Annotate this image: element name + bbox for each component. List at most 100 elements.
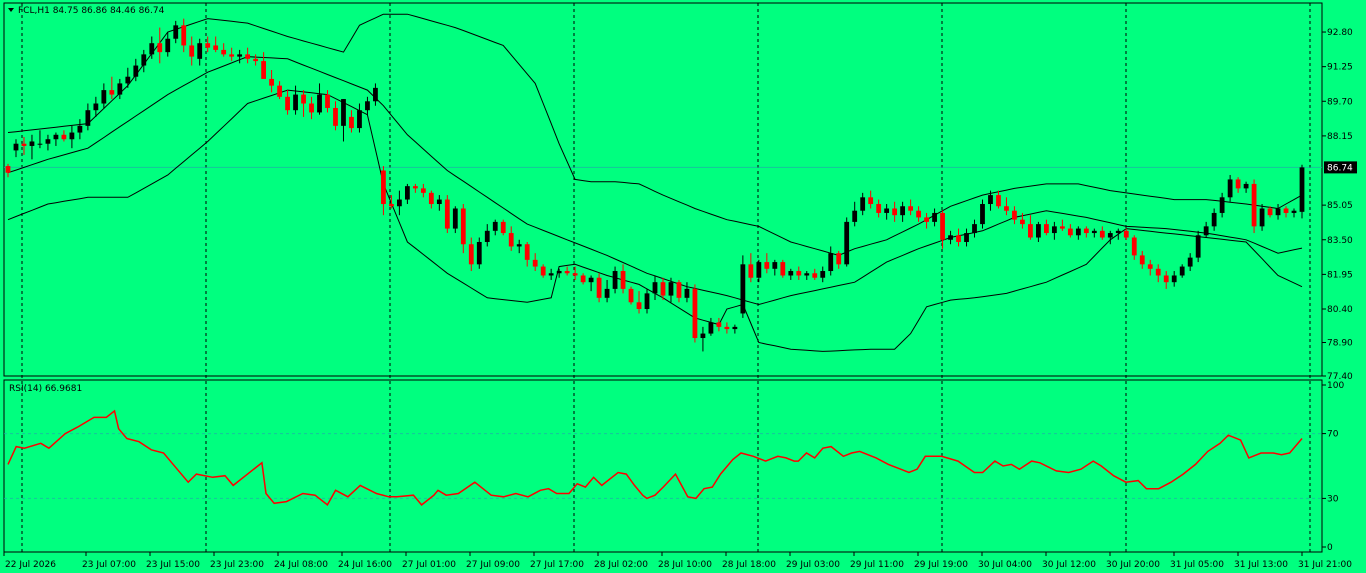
- candle-body: [484, 230, 490, 242]
- candle-body: [812, 273, 818, 278]
- candle: [788, 268, 794, 280]
- candle: [349, 110, 354, 133]
- candle-body: [692, 288, 698, 339]
- candle: [1259, 204, 1265, 231]
- candle-body: [708, 322, 714, 334]
- candle: [868, 190, 874, 209]
- candle-body: [396, 199, 402, 207]
- candle-body: [29, 141, 35, 146]
- candle: [1004, 197, 1009, 216]
- candle: [1091, 228, 1097, 238]
- candle-body: [165, 38, 171, 53]
- candle-body: [660, 282, 666, 296]
- candle: [309, 96, 314, 120]
- candle-body: [876, 204, 882, 213]
- candle-body: [1059, 226, 1065, 229]
- candle-body: [1251, 183, 1257, 227]
- candle: [844, 217, 850, 267]
- candle: [1028, 215, 1033, 240]
- candle: [221, 43, 227, 57]
- candle-body: [820, 271, 826, 278]
- candle: [165, 32, 171, 57]
- candle: [53, 132, 59, 146]
- candle: [1139, 250, 1145, 269]
- candle: [1012, 206, 1017, 225]
- candle: [620, 264, 626, 294]
- time-tick-label: 29 Jul 11:00: [850, 560, 904, 570]
- price-tick-label: 85.05: [1327, 201, 1353, 211]
- candle-body: [620, 271, 626, 289]
- candle: [812, 268, 818, 280]
- candle-body: [205, 43, 211, 48]
- symbol-ohlc-label: FCL,H1 84.75 86.86 84.46 86.74: [18, 6, 165, 16]
- candle-body: [21, 143, 27, 146]
- candle-body: [365, 101, 370, 111]
- candle: [436, 195, 442, 211]
- candle: [1291, 208, 1297, 218]
- candle-body: [428, 192, 434, 205]
- dropdown-triangle-icon[interactable]: [8, 8, 14, 12]
- bollinger-middle-band: [7, 56, 1303, 306]
- candle: [948, 230, 953, 245]
- candle: [341, 99, 346, 142]
- candle-body: [772, 262, 778, 269]
- candle: [508, 226, 514, 251]
- candle: [125, 67, 131, 88]
- candle: [924, 212, 929, 229]
- candle-body: [916, 210, 921, 218]
- candle-body: [325, 94, 330, 108]
- candle-body: [1235, 179, 1241, 189]
- candle-body: [524, 244, 530, 260]
- candle-body: [1075, 228, 1081, 236]
- candle: [325, 90, 330, 113]
- candle-body: [333, 107, 338, 126]
- candle-body: [540, 266, 546, 276]
- candle-body: [980, 204, 985, 225]
- candle: [548, 268, 554, 280]
- candle-body: [924, 217, 929, 222]
- candle-body: [261, 61, 267, 79]
- time-tick-label: 31 Jul 05:00: [1170, 560, 1224, 570]
- time-tick-label: 30 Jul 04:00: [978, 560, 1032, 570]
- rsi-tick-label: 0: [1327, 543, 1333, 553]
- rsi-tick-label: 100: [1327, 381, 1344, 391]
- candle-body: [532, 259, 538, 267]
- candle-body: [357, 110, 362, 129]
- candle: [932, 208, 937, 227]
- time-tick-label: 27 Jul 01:00: [402, 560, 456, 570]
- candle-body: [756, 262, 762, 278]
- candle-body: [668, 282, 674, 296]
- candle: [269, 70, 274, 93]
- candle-body: [85, 110, 91, 126]
- candle-body: [125, 76, 131, 84]
- candle-body: [900, 206, 906, 216]
- candle-body: [1275, 208, 1281, 216]
- candle: [996, 190, 1001, 209]
- candle: [1243, 181, 1249, 193]
- chart-header: FCL,H1 84.75 86.86 84.46 86.74 RSI(14) 6…: [8, 6, 165, 394]
- candle-body: [93, 103, 99, 111]
- candle-body: [764, 262, 770, 269]
- candle: [652, 275, 658, 301]
- candle-body: [892, 208, 898, 216]
- candle-body: [1227, 179, 1233, 198]
- trading-chart[interactable]: 92.80 91.25 89.70 88.15 85.05 83.50 81.95 80.40…: [0, 0, 1366, 573]
- candle-body: [269, 78, 274, 86]
- price-axis[interactable]: 92.80 91.25 89.70 88.15 85.05 83.50 81.95 80.40…: [1322, 28, 1353, 382]
- candle: [1171, 271, 1177, 287]
- candle-body: [141, 54, 147, 66]
- time-axis[interactable]: 22 Jul 2026 23 Jul 07:00 23 Jul 15:00 23 Ju…: [3, 552, 1352, 570]
- price-tick-label: 83.50: [1327, 236, 1353, 246]
- candle: [213, 36, 219, 53]
- candle-body: [940, 212, 945, 240]
- candle: [293, 85, 298, 115]
- candle: [940, 210, 945, 249]
- vertical-gridlines: [21, 3, 1311, 553]
- candle-body: [237, 54, 243, 57]
- candle-body: [317, 94, 322, 113]
- candle: [173, 20, 179, 44]
- candle: [972, 219, 977, 238]
- candle: [676, 279, 682, 303]
- candle: [365, 96, 370, 115]
- candle-body: [197, 43, 203, 59]
